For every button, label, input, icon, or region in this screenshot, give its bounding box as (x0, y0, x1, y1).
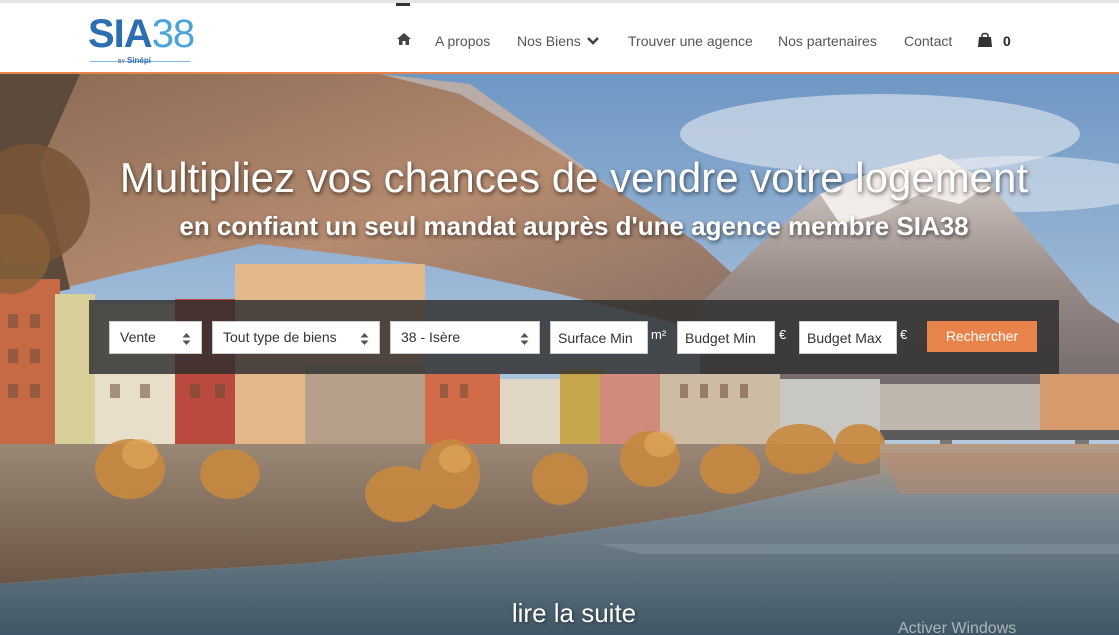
surface-unit: m² (651, 327, 667, 342)
windows-activation-watermark: Activer Windows (898, 620, 1017, 635)
hero-section: Multipliez vos chances de vendre votre l… (0, 74, 1119, 635)
select-arrows-icon (182, 333, 191, 345)
nav-properties[interactable]: Nos Biens (517, 33, 581, 49)
surface-min-input[interactable]: Surface Min (550, 321, 648, 354)
nav-contact[interactable]: Contact (904, 33, 952, 49)
location-value: 38 - Isère (401, 329, 461, 345)
budget-max-unit: € (900, 327, 908, 342)
transaction-value: Vente (120, 329, 156, 345)
transaction-select[interactable]: Vente (109, 321, 202, 354)
nav-partners[interactable]: Nos partenaires (778, 33, 877, 49)
search-button[interactable]: Rechercher (927, 321, 1037, 352)
site-logo[interactable]: SIA38 BY Sinépi (88, 10, 198, 68)
logo-by: BY (118, 59, 125, 65)
surface-min-placeholder: Surface Min (558, 330, 633, 346)
logo-partner-name: Sinépi (126, 56, 151, 65)
cart-count[interactable]: 0 (1003, 33, 1011, 49)
hero-headline: Multipliez vos chances de vendre votre l… (119, 154, 1029, 201)
property-search-bar: Vente Tout type de biens 38 - Isère Surf… (89, 300, 1059, 374)
nav-about[interactable]: A propos (435, 33, 490, 49)
nav-find-agency[interactable]: Trouver une agence (628, 33, 753, 49)
select-arrows-icon (360, 333, 369, 345)
logo-partner: BY Sinépi (118, 56, 151, 65)
select-arrows-icon (520, 333, 529, 345)
shopping-bag-icon[interactable] (977, 32, 993, 48)
chevron-down-icon[interactable] (585, 33, 601, 49)
budget-min-input[interactable]: Budget Min (677, 321, 775, 354)
budget-min-placeholder: Budget Min (685, 330, 756, 346)
budget-max-input[interactable]: Budget Max (799, 321, 897, 354)
budget-min-unit: € (779, 327, 787, 342)
logo-secondary: 38 (151, 12, 195, 56)
home-active-indicator (396, 3, 410, 6)
logo-primary: SIA (88, 12, 153, 56)
property-type-select[interactable]: Tout type de biens (212, 321, 380, 354)
home-icon[interactable] (396, 31, 412, 47)
budget-max-placeholder: Budget Max (807, 330, 882, 346)
site-header: SIA38 BY Sinépi A propos Nos Biens Trouve… (0, 0, 1119, 74)
hero-subheadline: en confiant un seul mandat auprès d'une … (179, 211, 969, 241)
property-type-value: Tout type de biens (223, 329, 337, 345)
logo-wordmark: SIA38 (88, 10, 195, 58)
location-select[interactable]: 38 - Isère (390, 321, 540, 354)
